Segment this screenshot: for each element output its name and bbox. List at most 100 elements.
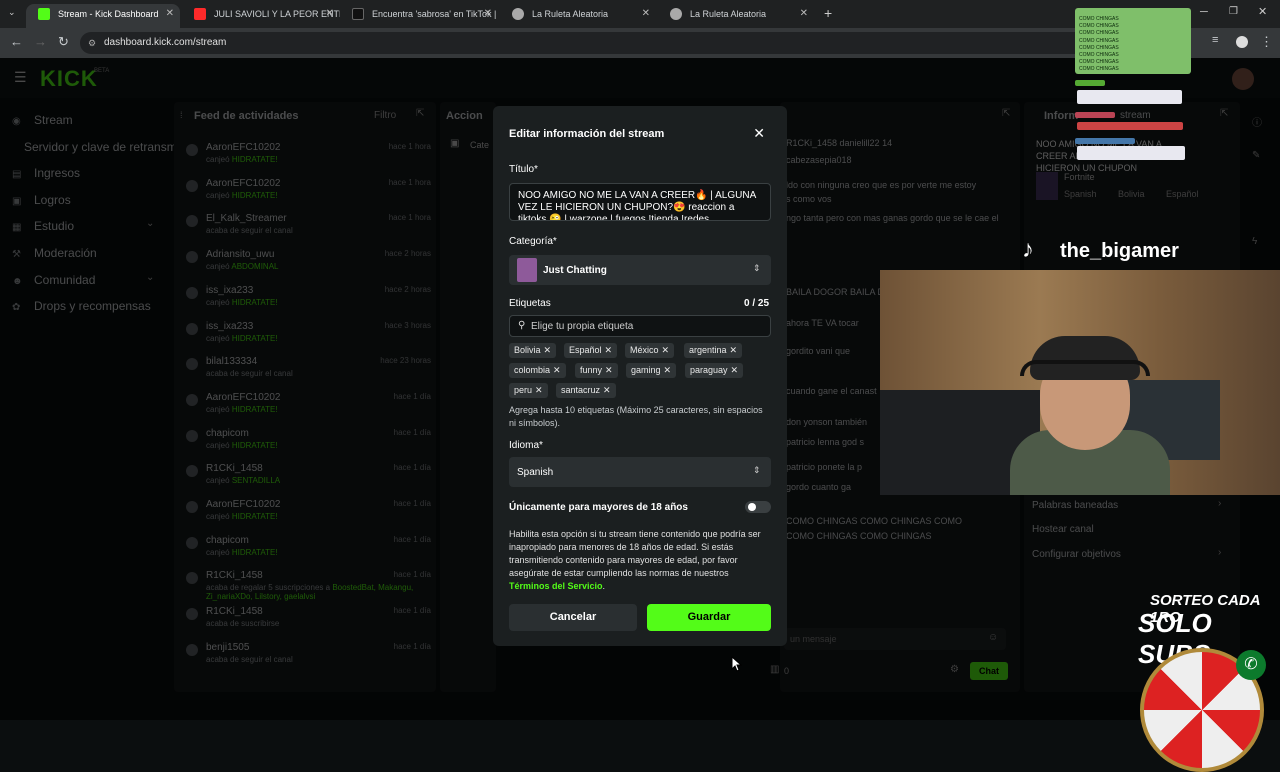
tag-chip[interactable]: colombia ✕ [509,363,566,378]
tab-label: La Ruleta Aleatoria [690,9,767,19]
category-thumbnail [517,258,537,282]
select-arrows-icon: ⇕ [753,465,761,475]
language-select[interactable]: Spanish ⇕ [509,457,771,487]
spam-line: COMO CHINGAS [1079,16,1119,22]
tab-label: JULI SAVIOLI Y LA PEOR ENTREV [214,9,340,19]
forward-icon[interactable]: → [34,34,47,49]
remove-tag-icon[interactable]: ✕ [553,365,561,375]
language-label: Idioma* [509,440,543,451]
stream-chat-messages [1075,80,1185,160]
tag-chip[interactable]: argentina ✕ [684,343,743,358]
tab-kick-dashboard[interactable]: Stream - Kick Dashboard ✕ [26,4,180,28]
tag-text: funny [580,365,603,375]
title-label: Título* [509,164,538,175]
remove-tag-icon[interactable]: ✕ [605,365,613,375]
tag-chip[interactable]: funny ✕ [575,363,618,378]
extensions-icon[interactable]: ≡ [1212,34,1218,46]
back-icon[interactable]: ← [10,34,23,49]
tiktok-name-overlay: ♪ the_bigamer [1018,232,1258,270]
category-value: Just Chatting [543,265,607,276]
stream-chat-widget: COMO CHINGAS COMO CHINGAS COMO CHINGAS COMO… [1075,8,1191,74]
remove-tag-icon[interactable]: ✕ [662,345,670,355]
tab-search-icon[interactable]: ⌄ [8,7,16,18]
spam-line: COMO CHINGAS [1079,37,1119,44]
tag-text: argentina [689,345,727,355]
close-tab-icon[interactable]: ✕ [642,4,650,24]
maximize-icon[interactable]: ❐ [1229,6,1238,17]
spam-line: COMO CHINGAS [1079,59,1119,66]
tag-chip[interactable]: Bolivia ✕ [509,343,557,358]
url-text: dashboard.kick.com/stream [104,37,227,48]
title-textarea[interactable]: NOO AMIGO NO ME LA VAN A CREER🔥 | ALGUNA… [509,183,771,221]
close-window-icon[interactable]: ✕ [1258,5,1267,18]
modal-title: Editar información del stream [509,128,665,140]
tag-chip[interactable]: Español ✕ [564,343,618,358]
period: . [602,581,606,591]
tab-ruleta-1[interactable]: La Ruleta Aleatoria ✕ [500,4,656,28]
tag-text: peru [514,385,533,395]
tag-chip[interactable]: santacruz ✕ [556,383,616,398]
close-icon[interactable]: ✕ [753,125,765,142]
site-info-icon[interactable]: ⚙ [88,32,96,54]
spam-line: COMO CHINGAS [1079,30,1119,37]
tags-label: Etiquetas [509,298,551,309]
tab-label: Stream - Kick Dashboard [58,9,159,19]
category-select[interactable]: Just Chatting ⇕ [509,255,771,285]
toggle-knob [748,503,756,511]
category-label: Categoría* [509,236,557,247]
profile-icon[interactable] [1236,36,1248,48]
search-icon: ⚲ [518,320,526,331]
tag-text: colombia [514,365,551,375]
close-tab-icon[interactable]: ✕ [484,4,492,24]
spam-line: COMO CHINGAS [1079,44,1119,51]
tag-text: paraguay [690,365,728,375]
tab-ruleta-2[interactable]: La Ruleta Aleatoria ✕ [658,4,814,28]
minimize-icon[interactable]: ─ [1200,6,1208,18]
spam-line: COMO CHINGAS [1079,23,1119,30]
reload-icon[interactable]: ↻ [58,34,69,50]
title-value: NOO AMIGO NO ME LA VAN A CREER🔥 | ALGUNA… [518,190,756,221]
globe-favicon-icon [512,8,524,20]
cancel-button[interactable]: Cancelar [509,604,637,631]
tag-text: santacruz [561,385,601,395]
spam-line: COMO CHINGAS [1079,52,1119,58]
remove-tag-icon[interactable]: ✕ [544,345,552,355]
tag-chip[interactable]: gaming ✕ [626,363,677,378]
tab-youtube[interactable]: JULI SAVIOLI Y LA PEOR ENTREV ✕ [182,4,340,28]
url-input[interactable]: ⚙ dashboard.kick.com/stream [80,32,1190,54]
select-arrows-icon: ⇕ [753,263,761,273]
youtube-favicon-icon [194,8,206,20]
tag-chip[interactable]: paraguay ✕ [685,363,744,378]
new-tab-icon[interactable]: + [824,5,832,21]
terms-link[interactable]: Términos del Servicio [509,581,603,591]
tags-count: 0 / 25 [744,298,770,309]
close-tab-icon[interactable]: ✕ [326,4,334,24]
tab-tiktok[interactable]: Encuentra 'sabrosa' en TikTok | ✕ [340,4,498,28]
tags-help-text: Agrega hasta 10 etiquetas (Máximo 25 car… [509,405,763,428]
tag-chip[interactable]: México ✕ [625,343,675,358]
tiktok-username: the_bigamer [1060,240,1179,262]
close-tab-icon[interactable]: ✕ [800,4,808,24]
mature-help: Habilita esta opción si tu stream tiene … [509,528,771,593]
remove-tag-icon[interactable]: ✕ [730,345,738,355]
mature-toggle[interactable] [745,501,771,513]
remove-tag-icon[interactable]: ✕ [603,385,611,395]
tag-text: Bolivia [514,345,541,355]
tags-input[interactable]: ⚲ Elige tu propia etiqueta [509,315,771,337]
tag-chip[interactable]: peru ✕ [509,383,548,398]
remove-tag-icon[interactable]: ✕ [664,365,672,375]
remove-tag-icon[interactable]: ✕ [731,365,739,375]
tag-text: gaming [631,365,661,375]
mature-label: Únicamente para mayores de 18 años [509,502,688,513]
remove-tag-icon[interactable]: ✕ [535,385,543,395]
tiktok-logo-icon: ♪ [1022,236,1034,263]
mature-help-text: Habilita esta opción si tu stream tiene … [509,529,761,578]
tags-placeholder: Elige tu propia etiqueta [531,321,634,332]
menu-kebab-icon[interactable]: ⋮ [1260,34,1273,50]
tag-text: México [630,345,659,355]
close-tab-icon[interactable]: ✕ [166,4,174,24]
remove-tag-icon[interactable]: ✕ [605,345,613,355]
tag-text: Español [569,345,602,355]
globe-favicon-icon [670,8,682,20]
save-button[interactable]: Guardar [647,604,771,631]
